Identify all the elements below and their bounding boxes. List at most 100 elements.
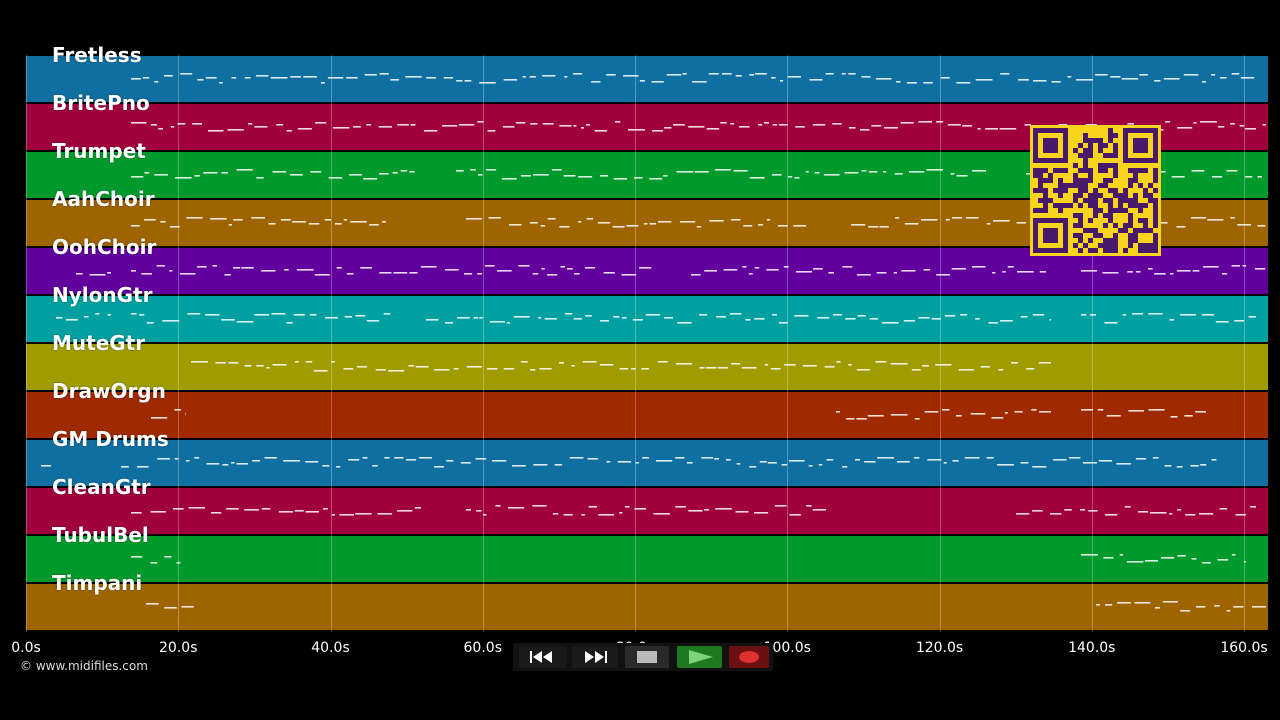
note-mark (1248, 316, 1256, 318)
note-mark (649, 223, 657, 225)
note-mark (511, 465, 526, 467)
time-tick-label: 60.0s (463, 640, 502, 656)
note-mark (464, 80, 472, 82)
note-mark (1230, 123, 1235, 125)
note-mark (639, 267, 652, 269)
note-mark (795, 271, 812, 273)
note-mark (335, 466, 341, 468)
note-mark (1131, 313, 1144, 315)
note-mark (443, 77, 454, 79)
note-mark (360, 267, 373, 269)
note-mark (613, 316, 620, 318)
note-mark (766, 219, 771, 221)
fast-forward-button[interactable] (572, 646, 618, 668)
note-mark (1257, 176, 1262, 178)
note-mark (89, 274, 106, 276)
note-mark (348, 459, 360, 461)
note-mark (65, 319, 78, 321)
note-mark (410, 124, 416, 126)
note-mark (254, 126, 268, 128)
note-mark (205, 77, 217, 79)
note-mark (1020, 316, 1028, 318)
note-mark (845, 318, 856, 320)
note-mark (1231, 265, 1240, 267)
note-mark (651, 130, 663, 132)
note-mark (686, 462, 693, 464)
note-mark (1219, 508, 1228, 510)
note-mark (597, 222, 611, 224)
rewind-button[interactable] (519, 646, 567, 668)
note-mark (1098, 460, 1113, 462)
note-mark (848, 364, 852, 366)
note-mark (552, 513, 559, 515)
track-label: Trumpet (52, 139, 146, 163)
note-mark (1243, 561, 1246, 563)
note-mark (256, 365, 264, 367)
note-mark (1082, 462, 1097, 464)
note-mark (628, 129, 645, 131)
note-mark (663, 317, 674, 319)
note-mark (802, 365, 817, 367)
note-mark (364, 74, 377, 76)
note-mark (951, 268, 966, 270)
note-mark (261, 270, 276, 272)
note-mark (1231, 554, 1236, 556)
note-mark (1198, 513, 1214, 515)
note-mark (309, 314, 317, 316)
note-mark (1032, 314, 1045, 316)
note-mark (733, 170, 748, 172)
note-mark (890, 414, 908, 416)
record-button[interactable] (729, 646, 769, 668)
track-label: AahChoir (52, 187, 155, 211)
note-mark (795, 126, 805, 128)
note-mark (1193, 122, 1197, 124)
note-mark (1252, 606, 1266, 608)
note-mark (942, 409, 950, 411)
note-mark (146, 322, 154, 324)
note-mark (1163, 78, 1180, 80)
note-mark (95, 313, 100, 315)
note-mark (869, 318, 879, 320)
note-mark (1007, 266, 1014, 268)
note-mark (408, 365, 415, 367)
note-mark (735, 511, 749, 513)
note-mark (538, 317, 542, 319)
note-mark (1095, 74, 1108, 76)
note-mark (755, 73, 767, 75)
note-mark (585, 124, 591, 126)
note-mark (1240, 77, 1255, 79)
note-mark (419, 457, 433, 459)
note-mark (1117, 602, 1131, 604)
note-mark (426, 319, 439, 321)
note-mark (284, 269, 289, 271)
note-mark (704, 509, 710, 511)
note-mark (400, 170, 408, 172)
note-mark (1195, 606, 1206, 608)
note-mark (826, 459, 834, 461)
stop-button[interactable] (625, 646, 669, 668)
time-tick-label: 160.0s (1220, 640, 1268, 656)
note-mark (1088, 510, 1098, 512)
note-mark (466, 366, 482, 368)
note-mark (825, 73, 834, 75)
note-mark (197, 266, 207, 268)
play-button[interactable] (677, 646, 722, 668)
note-mark (911, 369, 921, 371)
note-mark (1230, 217, 1235, 219)
note-mark (559, 226, 570, 228)
note-mark (587, 458, 599, 460)
note-mark (716, 316, 727, 318)
note-mark (1110, 76, 1121, 78)
note-mark (729, 313, 742, 315)
note-mark (558, 362, 564, 364)
note-mark (1134, 602, 1151, 604)
note-mark (131, 122, 147, 124)
note-mark (1124, 506, 1131, 508)
note-mark (1104, 514, 1118, 516)
note-mark (381, 221, 386, 223)
note-mark (635, 462, 639, 464)
note-mark (174, 409, 182, 411)
note-mark (466, 218, 482, 220)
note-mark (375, 369, 386, 371)
note-mark (725, 459, 731, 461)
